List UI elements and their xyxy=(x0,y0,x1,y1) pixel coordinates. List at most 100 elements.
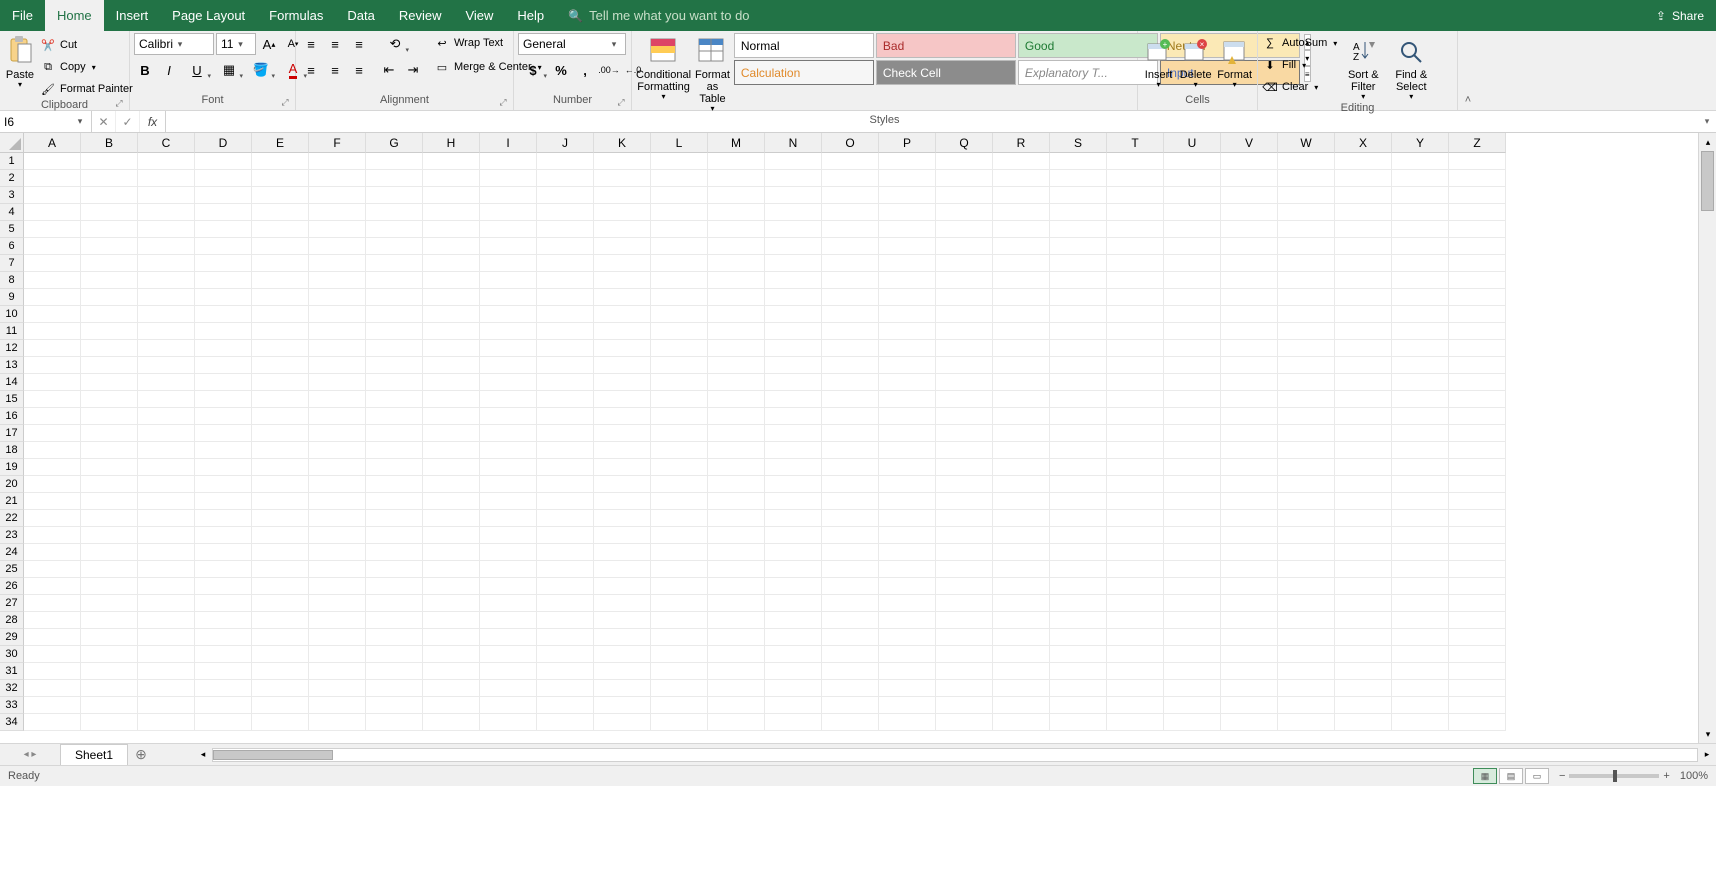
cell[interactable] xyxy=(195,663,252,680)
cell[interactable] xyxy=(1392,612,1449,629)
cell[interactable] xyxy=(195,714,252,731)
cell[interactable] xyxy=(765,578,822,595)
cell[interactable] xyxy=(1335,238,1392,255)
cell[interactable] xyxy=(1278,357,1335,374)
cell[interactable] xyxy=(822,153,879,170)
cell[interactable] xyxy=(24,595,81,612)
row-header[interactable]: 16 xyxy=(0,408,24,425)
cell[interactable] xyxy=(480,663,537,680)
cell[interactable] xyxy=(309,527,366,544)
cell[interactable] xyxy=(309,272,366,289)
cell[interactable] xyxy=(1050,612,1107,629)
expand-formula-bar-button[interactable]: ▾ xyxy=(1698,111,1716,132)
cell[interactable] xyxy=(1050,153,1107,170)
row-header[interactable]: 20 xyxy=(0,476,24,493)
cell-style-explanatory-t-[interactable]: Explanatory T... xyxy=(1018,60,1158,85)
cell[interactable] xyxy=(936,357,993,374)
cell[interactable] xyxy=(993,153,1050,170)
cell[interactable] xyxy=(936,425,993,442)
cell[interactable] xyxy=(480,578,537,595)
cell[interactable] xyxy=(366,663,423,680)
cell[interactable] xyxy=(24,646,81,663)
cell[interactable] xyxy=(480,255,537,272)
cell[interactable] xyxy=(879,153,936,170)
cell[interactable] xyxy=(1392,357,1449,374)
cell[interactable] xyxy=(993,408,1050,425)
cell[interactable] xyxy=(252,629,309,646)
row-header[interactable]: 9 xyxy=(0,289,24,306)
cell[interactable] xyxy=(879,170,936,187)
copy-button[interactable]: ⧉Copy▾ xyxy=(40,57,133,77)
cell[interactable] xyxy=(537,153,594,170)
cell[interactable] xyxy=(1050,272,1107,289)
cell[interactable] xyxy=(366,680,423,697)
cell[interactable] xyxy=(936,663,993,680)
page-layout-view-button[interactable]: ▤ xyxy=(1499,768,1523,784)
column-header[interactable]: H xyxy=(423,133,480,153)
cell[interactable] xyxy=(879,714,936,731)
cell[interactable] xyxy=(1221,374,1278,391)
cell[interactable] xyxy=(1221,663,1278,680)
cell[interactable] xyxy=(1221,425,1278,442)
cell[interactable] xyxy=(1278,170,1335,187)
cell[interactable] xyxy=(309,391,366,408)
cell[interactable] xyxy=(765,510,822,527)
column-header[interactable]: D xyxy=(195,133,252,153)
cell[interactable] xyxy=(81,697,138,714)
cell[interactable] xyxy=(81,306,138,323)
cell[interactable] xyxy=(537,221,594,238)
cell[interactable] xyxy=(822,510,879,527)
cell[interactable] xyxy=(708,646,765,663)
cell[interactable] xyxy=(708,187,765,204)
cell[interactable] xyxy=(138,323,195,340)
cell[interactable] xyxy=(309,561,366,578)
cell[interactable] xyxy=(651,357,708,374)
enter-formula-button[interactable]: ✓ xyxy=(116,111,140,132)
cell[interactable] xyxy=(651,323,708,340)
cell[interactable] xyxy=(1335,255,1392,272)
cell[interactable] xyxy=(24,612,81,629)
cell[interactable] xyxy=(1392,595,1449,612)
number-format-combo[interactable]: General▾ xyxy=(518,33,626,55)
cell[interactable] xyxy=(708,425,765,442)
cell[interactable] xyxy=(1221,391,1278,408)
cell[interactable] xyxy=(708,153,765,170)
cell[interactable] xyxy=(480,187,537,204)
tell-me-input[interactable] xyxy=(589,8,849,23)
cell[interactable] xyxy=(708,340,765,357)
cell[interactable] xyxy=(1050,306,1107,323)
cell[interactable] xyxy=(81,578,138,595)
column-header[interactable]: L xyxy=(651,133,708,153)
cell[interactable] xyxy=(138,612,195,629)
cell[interactable] xyxy=(1107,527,1164,544)
cell[interactable] xyxy=(1335,374,1392,391)
cell[interactable] xyxy=(822,391,879,408)
row-header[interactable]: 5 xyxy=(0,221,24,238)
cell[interactable] xyxy=(423,272,480,289)
cell[interactable] xyxy=(537,578,594,595)
cell[interactable] xyxy=(594,714,651,731)
cell[interactable] xyxy=(480,170,537,187)
cell[interactable] xyxy=(1164,697,1221,714)
cell[interactable] xyxy=(1392,255,1449,272)
cell[interactable] xyxy=(1449,340,1506,357)
cell[interactable] xyxy=(594,170,651,187)
cell[interactable] xyxy=(822,272,879,289)
cell[interactable] xyxy=(309,204,366,221)
cell[interactable] xyxy=(309,595,366,612)
cell[interactable] xyxy=(24,221,81,238)
increase-decimal-button[interactable]: .00→ xyxy=(598,59,620,81)
cell[interactable] xyxy=(1278,714,1335,731)
zoom-slider[interactable] xyxy=(1569,774,1659,778)
row-header[interactable]: 24 xyxy=(0,544,24,561)
cell[interactable] xyxy=(537,680,594,697)
cell[interactable] xyxy=(366,357,423,374)
cell[interactable] xyxy=(708,561,765,578)
cell[interactable] xyxy=(423,170,480,187)
increase-font-button[interactable]: A▴ xyxy=(258,33,280,55)
cancel-formula-button[interactable]: ✕ xyxy=(92,111,116,132)
row-header[interactable]: 10 xyxy=(0,306,24,323)
cell[interactable] xyxy=(1107,663,1164,680)
cell[interactable] xyxy=(1335,714,1392,731)
cell[interactable] xyxy=(1278,459,1335,476)
